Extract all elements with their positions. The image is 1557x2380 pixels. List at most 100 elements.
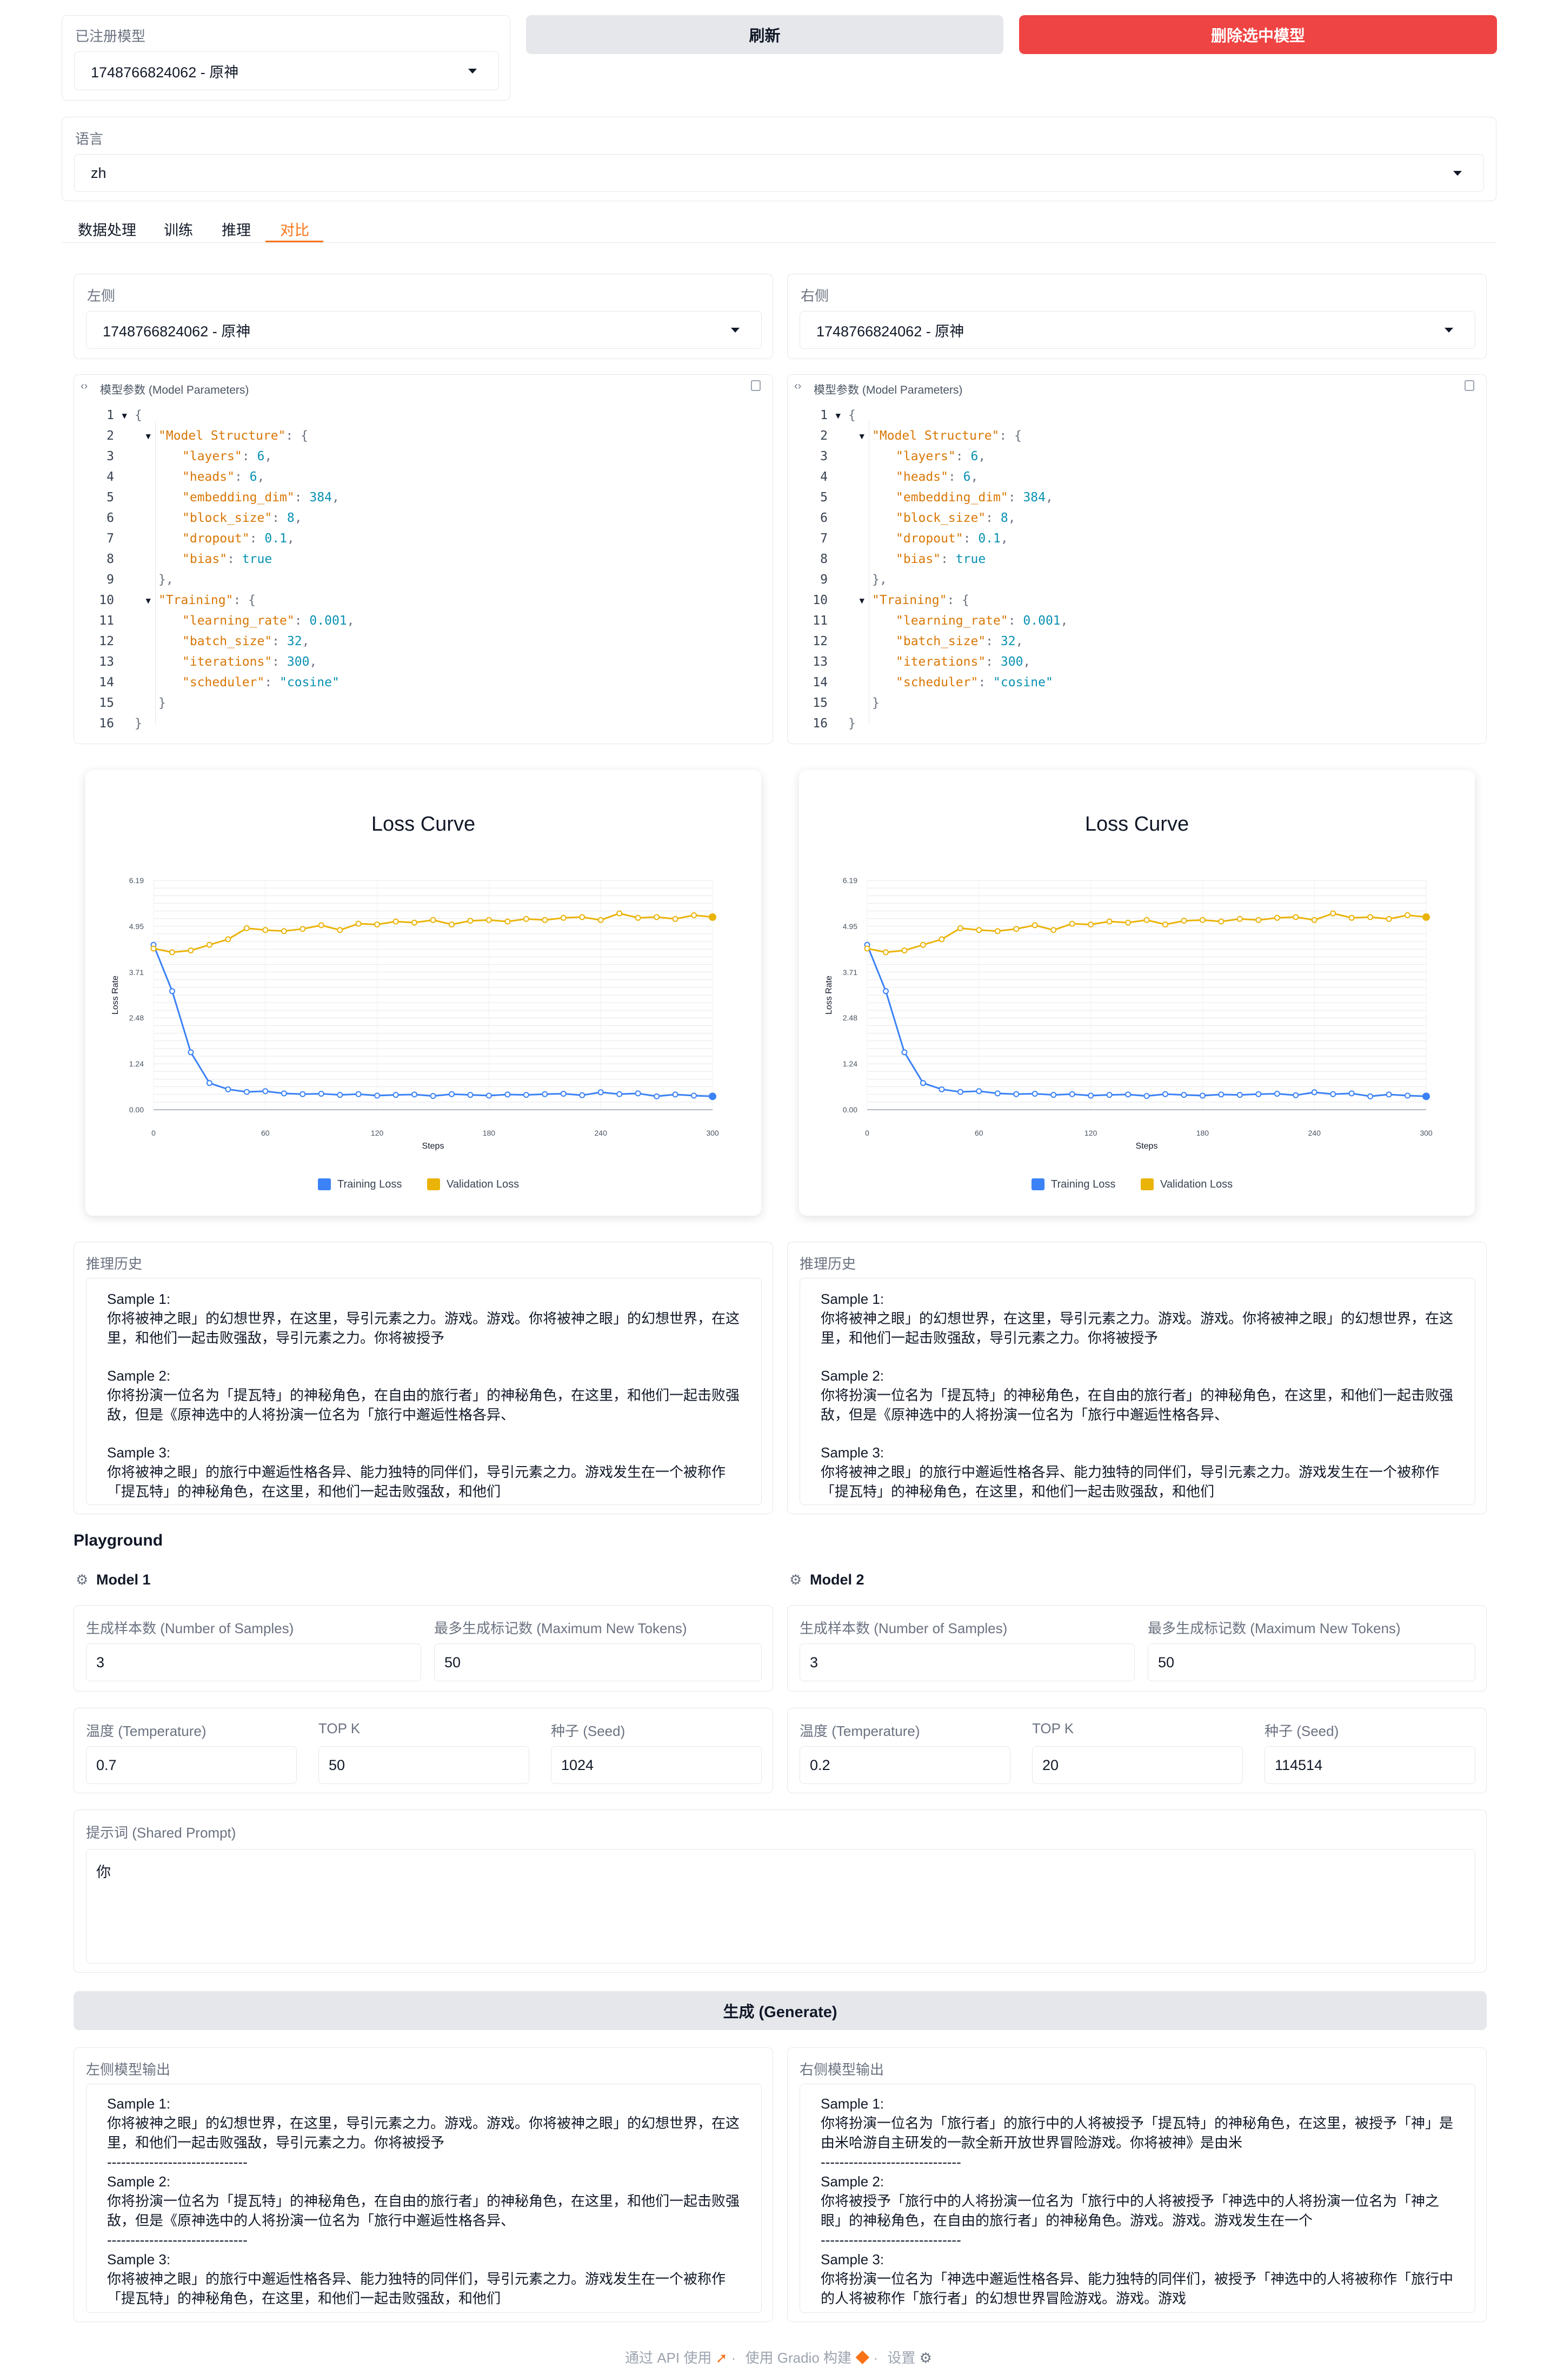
m1-max-tokens-input[interactable]: 50 [434, 1643, 762, 1681]
tab-compare[interactable]: 对比 [280, 218, 309, 240]
data-point [448, 1091, 455, 1097]
temperature-label: 温度 (Temperature) [800, 1723, 920, 1739]
language-dropdown[interactable]: zh [74, 154, 1484, 192]
x-tick-label: 60 [975, 1129, 983, 1137]
prompt-textarea[interactable]: 你 [86, 1849, 1475, 1964]
sample-entry: Sample 3: 你将扮演一位名为「神选中邂逅性格各异、能力独特的同伴们，被授予… [821, 2250, 1454, 2308]
json-viewer: 1 ▾{2 ▾ "Model Structure": {3 "layers": 6, 4 "… [74, 405, 771, 740]
copy-icon[interactable] [1465, 380, 1474, 391]
collapse-arrow-icon[interactable]: ▾ [858, 426, 866, 446]
sample-text: 你将扮演一位名为「提瓦特」的神秘角色，在自由的旅行者」的神秘角色，在这里，和他们… [821, 1387, 1454, 1423]
collapse-arrow-icon[interactable]: ▾ [834, 405, 842, 426]
data-point [504, 1091, 511, 1098]
data-point [300, 926, 306, 932]
collapse-arrow-icon[interactable]: ▾ [144, 590, 152, 611]
m1-topk-input[interactable]: 50 [318, 1746, 529, 1784]
m2-max-tokens-input[interactable]: 50 [1148, 1643, 1475, 1681]
separator-line: ------------------------------ [821, 2232, 961, 2248]
data-point [635, 914, 641, 921]
data-point [243, 925, 250, 931]
json-line: "bias": true [182, 552, 272, 566]
right-output-panel: 右侧模型输出 Sample 1: 你将扮演一位名为「旅行者」的旅行中的人将被授予「… [787, 2047, 1487, 2322]
m1-temperature-input[interactable]: 0.7 [86, 1746, 297, 1784]
left-model-dropdown[interactable]: 1748766824062 - 原神 [86, 311, 762, 349]
data-point [411, 919, 418, 926]
m2-topk-input[interactable]: 20 [1032, 1746, 1243, 1784]
data-point [1032, 922, 1038, 929]
legend-label: Validation Loss [1160, 1178, 1233, 1190]
right-history-textbox[interactable]: Sample 1: 你将被神之眼」的幻想世界，在这里，导引元素之力。游戏。游戏。你… [800, 1278, 1475, 1505]
right-output-textbox[interactable]: Sample 1: 你将扮演一位名为「旅行者」的旅行中的人将被授予「提瓦特」的神秘… [800, 2084, 1475, 2313]
data-point [1199, 1092, 1206, 1099]
json-line: }, [872, 573, 887, 587]
tab-data-processing[interactable]: 数据处理 [78, 218, 136, 240]
gear-icon: ⚙ [76, 1572, 89, 1588]
registered-model-dropdown[interactable]: 1748766824062 - 原神 [74, 51, 499, 90]
tab-inference[interactable]: 推理 [222, 218, 251, 240]
json-line: "learning_rate": 0.001, [182, 614, 355, 628]
data-point [1367, 1093, 1374, 1099]
sample-entry: Sample 3: 你将被神之眼」的旅行中邂逅性格各异、能力独特的同伴们，导引元素… [107, 2250, 741, 2308]
y-tick-label: 3.71 [843, 968, 857, 977]
copy-icon[interactable] [751, 380, 761, 391]
m1-num-samples-input[interactable]: 3 [86, 1643, 421, 1681]
m2-temperature-input[interactable]: 0.2 [800, 1746, 1010, 1784]
m2-seed-input[interactable]: 114514 [1265, 1746, 1475, 1784]
data-point [709, 1092, 716, 1100]
data-point [1274, 1091, 1280, 1097]
separator-line: ------------------------------ [107, 2154, 248, 2170]
generate-button[interactable]: 生成 (Generate) [74, 1991, 1487, 2030]
footer-settings-link[interactable]: 设置 [887, 2350, 915, 2366]
tab-training[interactable]: 训练 [164, 218, 193, 240]
m1-sampling-block: 温度 (Temperature) 0.7 TOP K 50 种子 (Seed) … [74, 1708, 773, 1793]
data-point [1405, 1092, 1411, 1099]
json-line: "embedding_dim": 384, [182, 490, 340, 505]
sample-text: 你将扮演一位名为「旅行者」的旅行中的人将被授予「提瓦特」的神秘角色，在这里，被授… [821, 2115, 1454, 2151]
json-line: "Model Structure": { [872, 429, 1022, 443]
data-point [1348, 914, 1355, 921]
line-number: 15 [813, 696, 828, 710]
data-point [225, 1086, 231, 1092]
legend-label: Training Loss [337, 1178, 402, 1190]
json-line: } [135, 717, 142, 731]
line-number: 5 [820, 490, 828, 505]
data-point [616, 1091, 623, 1097]
right-model-dropdown[interactable]: 1748766824062 - 原神 [800, 311, 1475, 349]
delete-model-button[interactable]: 删除选中模型 [1019, 15, 1497, 54]
data-point [957, 925, 963, 931]
collapse-arrow-icon[interactable]: ▾ [121, 405, 128, 426]
data-point [1386, 916, 1392, 922]
collapse-arrow-icon[interactable]: ▾ [858, 590, 866, 611]
m2-num-samples-input[interactable]: 3 [800, 1643, 1135, 1681]
data-point [579, 1092, 585, 1098]
line-number: 1 [107, 408, 114, 422]
refresh-button[interactable]: 刷新 [526, 15, 1003, 54]
separator-line: ------------------------------ [821, 2154, 961, 2170]
playground-title: Playground [74, 1532, 163, 1549]
sample-entry: Sample 3: 你将被神之眼」的旅行中邂逅性格各异、能力独特的同伴们，导引元素… [821, 1443, 1454, 1501]
collapse-arrow-icon[interactable]: ▾ [144, 426, 152, 446]
data-point [318, 1091, 324, 1097]
data-point [243, 1089, 250, 1095]
line-number: 13 [813, 655, 828, 669]
left-history-textbox[interactable]: Sample 1: 你将被神之眼」的幻想世界，在这里，导引元素之力。游戏。游戏。你… [86, 1278, 762, 1505]
data-point [337, 1092, 343, 1098]
sample-title: Sample 1: [821, 1291, 884, 1307]
footer-gradio-link[interactable]: 使用 Gradio 构建 [746, 2350, 852, 2366]
left-output-textbox[interactable]: Sample 1: 你将被神之眼」的幻想世界，在这里，导引元素之力。游戏。游戏。你… [86, 2084, 762, 2313]
y-tick-label: 3.71 [129, 968, 144, 977]
sample-entry: Sample 1: 你将被神之眼」的幻想世界，在这里，导引元素之力。游戏。游戏。你… [107, 1289, 741, 1348]
m1-seed-input[interactable]: 1024 [551, 1746, 762, 1784]
topk-label: TOP K [1032, 1720, 1074, 1736]
sample-title: Sample 3: [107, 1444, 171, 1461]
code-brackets-icon: ‹› [794, 380, 802, 392]
line-number: 14 [99, 675, 114, 690]
right-label: 右侧 [801, 288, 829, 304]
json-line: { [848, 408, 856, 422]
sample-title: Sample 3: [821, 1444, 884, 1461]
footer-api-link[interactable]: 通过 API 使用 [625, 2350, 711, 2366]
right-loss-chart-card: Loss Curve 0.00 1.24 2.48 3.71 4.95 6.19 0 60 120… [799, 770, 1475, 1216]
chart-title: Loss Curve [1085, 813, 1189, 836]
data-point [635, 1090, 641, 1097]
legend-label: Validation Loss [447, 1178, 519, 1190]
